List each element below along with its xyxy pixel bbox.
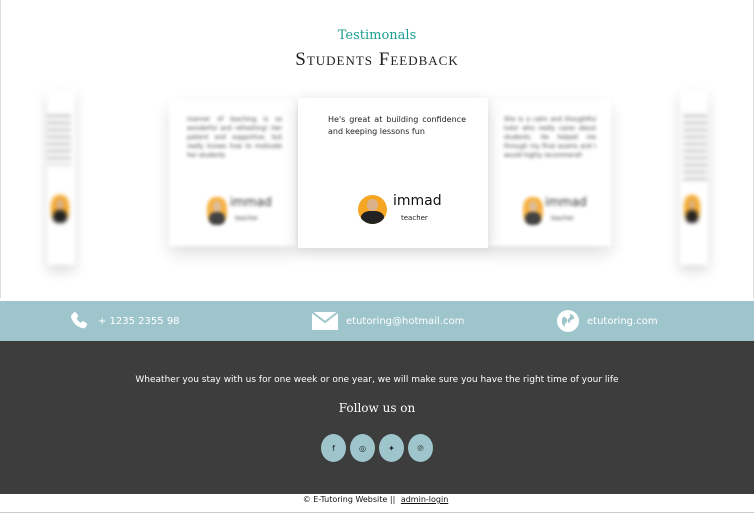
avatar bbox=[684, 195, 700, 223]
copyright-text: © E-Tutoring Website || bbox=[302, 495, 396, 504]
mail-icon bbox=[312, 311, 338, 330]
contact-email[interactable]: etutoring@hotmail.com bbox=[312, 301, 464, 341]
admin-login-link[interactable]: admin-login bbox=[401, 495, 448, 504]
website-text: etutoring.com bbox=[587, 315, 658, 327]
divider bbox=[0, 512, 754, 513]
phone-text: + 1235 2355 98 bbox=[98, 315, 180, 327]
testimonial-quote: She is a calm and thoughtful tutor who r… bbox=[504, 116, 596, 159]
testimonial-card-left[interactable]: manner of teaching is so wonderful and r… bbox=[169, 100, 297, 246]
testimonial-name: immad bbox=[230, 195, 272, 209]
avatar bbox=[358, 195, 387, 224]
testimonial-role: teacher bbox=[235, 215, 258, 222]
testimonial-card-far-left[interactable] bbox=[47, 90, 75, 265]
email-text: etutoring@hotmail.com bbox=[346, 315, 465, 327]
social-links: f ◎ ✦ ℗ bbox=[321, 434, 433, 462]
avatar bbox=[51, 195, 69, 223]
testimonials-label: Testimonals bbox=[337, 28, 417, 43]
testimonial-quote: He's great at building confidence and ke… bbox=[328, 115, 466, 136]
contact-website[interactable]: etutoring.com bbox=[557, 301, 658, 341]
testimonial-card-active[interactable]: He's great at building confidence and ke… bbox=[298, 98, 488, 248]
testimonial-name: immad bbox=[393, 193, 442, 209]
twitter-icon[interactable]: ✦ bbox=[379, 434, 404, 462]
follow-us-heading: Follow us on bbox=[338, 401, 416, 415]
pinterest-icon[interactable]: ℗ bbox=[408, 434, 433, 462]
testimonial-card-right[interactable]: She is a calm and thoughtful tutor who r… bbox=[486, 100, 611, 246]
testimonials-title: Students Feedback bbox=[295, 49, 459, 70]
testimonials-section: Testimonals Students Feedback manner of … bbox=[0, 0, 754, 298]
testimonial-role: teacher bbox=[551, 215, 574, 222]
facebook-icon[interactable]: f bbox=[321, 434, 346, 462]
testimonial-role: teacher bbox=[401, 214, 428, 222]
footer: Wheather you stay with us for one week o… bbox=[0, 341, 754, 494]
phone-icon bbox=[71, 311, 88, 329]
testimonial-carousel[interactable]: manner of teaching is so wonderful and r… bbox=[1, 90, 754, 280]
contact-bar: + 1235 2355 98 etutoring@hotmail.com etu… bbox=[0, 301, 754, 341]
instagram-icon[interactable]: ◎ bbox=[350, 434, 375, 462]
testimonial-name: immad bbox=[545, 195, 587, 209]
avatar bbox=[523, 197, 543, 225]
globe-icon bbox=[557, 310, 579, 332]
footer-tagline: Wheather you stay with us for one week o… bbox=[135, 375, 619, 385]
contact-phone[interactable]: + 1235 2355 98 bbox=[68, 301, 180, 341]
testimonial-quote: manner of teaching is so wonderful and r… bbox=[187, 116, 282, 159]
avatar bbox=[207, 197, 227, 225]
testimonial-card-far-right[interactable] bbox=[680, 90, 708, 265]
